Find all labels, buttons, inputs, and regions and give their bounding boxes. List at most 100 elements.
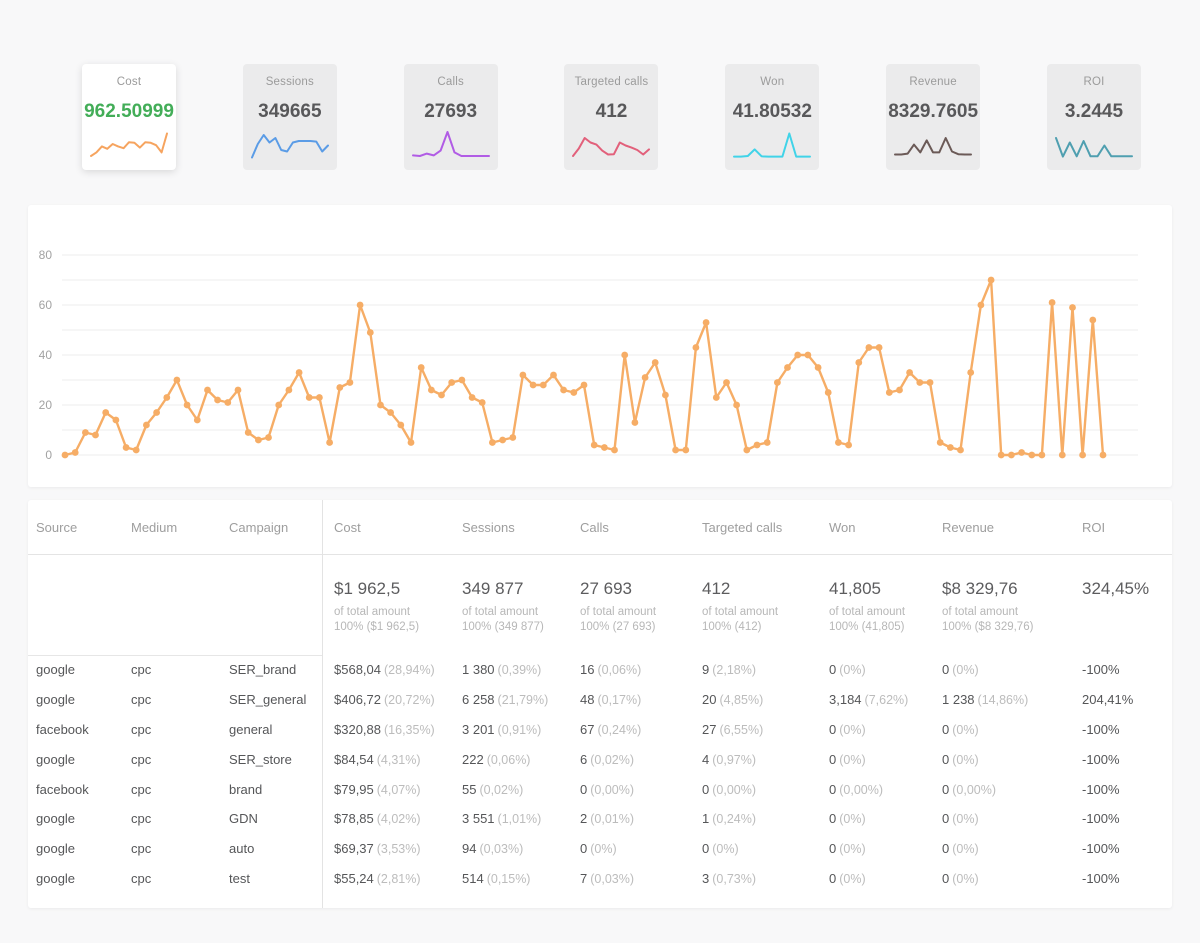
table-row[interactable]: google cpc SER_store $84,54 (4,31%) 222 (0,06%…: [28, 744, 1172, 774]
column-header-source[interactable]: Source: [36, 520, 131, 535]
kpi-card-revenue[interactable]: Revenue 8329.7605: [886, 64, 981, 170]
cell-value: $69,37: [334, 841, 374, 857]
cell-campaign: general: [229, 721, 273, 737]
cell-calls: 0 (0,00%): [580, 782, 702, 797]
cell-percent: (0%): [590, 842, 617, 857]
column-header-sessions[interactable]: Sessions: [462, 520, 580, 535]
cell-percent: (2,81%): [376, 871, 421, 886]
cell-value: 0: [942, 751, 950, 767]
cell-campaign: SER_brand: [229, 662, 297, 678]
kpi-card-roi[interactable]: ROI 3.2445: [1046, 64, 1141, 170]
kpi-card-value: 349665: [258, 101, 322, 122]
cell-cost: $55,24 (2,81%): [323, 871, 462, 886]
kpi-card-label: Cost: [116, 76, 142, 88]
column-header-roi[interactable]: ROI: [1082, 520, 1172, 535]
cell-medium: cpc: [131, 692, 152, 708]
summary-cell-cost: $1 962,5 of total amount 100% ($1 962,5): [323, 579, 462, 655]
cell-value: 67: [580, 721, 595, 737]
cell-percent: (0%): [839, 663, 866, 678]
summary-subtext: of total amount 100% (349 877): [462, 606, 544, 633]
cell-revenue: 0 (0%): [942, 871, 1082, 886]
column-header-revenue[interactable]: Revenue: [942, 520, 1082, 535]
cell-percent: (1,01%): [497, 812, 542, 827]
cell-value: 7: [580, 870, 588, 886]
cell-source: google: [36, 841, 76, 857]
column-header-cost[interactable]: Cost: [323, 520, 462, 535]
column-header-campaign[interactable]: Campaign: [229, 520, 323, 535]
kpi-card-label: Targeted calls: [574, 76, 649, 88]
kpi-card-label: Revenue: [909, 76, 957, 88]
table-row[interactable]: google cpc SER_general $406,72 (20,72%) 6 258…: [28, 685, 1172, 715]
cell-value: 6: [580, 751, 588, 767]
cell-percent: (2,18%): [712, 663, 757, 678]
cell-roi: -100%: [1082, 721, 1120, 737]
summary-cell-revenue: $8 329,76 of total amount 100% ($8 329,76): [942, 579, 1082, 655]
summary-empty-cell: [131, 579, 229, 655]
cell-value: $84,54: [334, 751, 374, 767]
kpi-card-label: Calls: [437, 76, 464, 88]
cell-percent: (0,02%): [479, 782, 524, 797]
cell-revenue: 0 (0,00%): [942, 782, 1082, 797]
kpi-sparkline-calls: [411, 131, 490, 157]
cell-value: 0: [829, 811, 837, 827]
cell-sessions: 3 201 (0,91%): [462, 722, 580, 737]
cell-calls: 67 (0,24%): [580, 722, 702, 737]
cell-campaign: brand: [229, 781, 263, 797]
cell-won: 0 (0%): [829, 722, 942, 737]
cell-calls: 7 (0,03%): [580, 871, 702, 886]
table-row[interactable]: google cpc GDN $78,85 (4,02%) 3 551 (1,01%) 2 (0…: [28, 804, 1172, 834]
summary-cell-won: 41,805 of total amount 100% (41,805): [829, 579, 942, 655]
cell-percent: (0,03%): [590, 871, 635, 886]
table-row[interactable]: google cpc test $55,24 (2,81%) 514 (0,15%) 7 (0,…: [28, 864, 1172, 894]
kpi-card-cost[interactable]: Cost 962.50999: [82, 64, 176, 170]
table-rows: google cpc SER_brand $568,04 (28,94%) 1 380 (0…: [28, 655, 1172, 893]
table-row[interactable]: google cpc SER_brand $568,04 (28,94%) 1 380 (0…: [28, 655, 1172, 685]
cell-value: $320,88: [334, 721, 381, 737]
cell-revenue: 1 238 (14,86%): [942, 692, 1082, 707]
cell-won: 3,184 (7,62%): [829, 692, 942, 707]
cell-value: 514: [462, 870, 484, 886]
summary-empty-cell: [36, 579, 131, 655]
cell-percent: (0,06%): [597, 663, 642, 678]
cell-percent: (0%): [839, 871, 866, 886]
cell-percent: (0,15%): [486, 871, 531, 886]
column-header-medium[interactable]: Medium: [131, 520, 229, 535]
cell-value: 3: [702, 870, 710, 886]
kpi-card-sessions[interactable]: Sessions 349665: [242, 64, 337, 170]
cell-percent: (0%): [952, 842, 979, 857]
cell-percent: (0%): [952, 871, 979, 886]
summary-cell-sessions: 349 877 of total amount 100% (349 877): [462, 579, 580, 655]
kpi-sparkline-cost: [90, 132, 168, 157]
cell-value: 0: [942, 781, 950, 797]
cell-won: 0 (0%): [829, 841, 942, 856]
cell-percent: (4,31%): [376, 752, 421, 767]
cell-value: 16: [580, 662, 595, 678]
cell-sessions: 55 (0,02%): [462, 782, 580, 797]
cell-campaign: GDN: [229, 811, 258, 827]
cell-percent: (6,55%): [719, 722, 764, 737]
column-header-won[interactable]: Won: [829, 520, 942, 535]
table-row[interactable]: google cpc auto $69,37 (3,53%) 94 (0,03%) 0 (0%)…: [28, 834, 1172, 864]
cell-medium: cpc: [131, 841, 152, 857]
cell-percent: (0,02%): [590, 752, 635, 767]
table-row[interactable]: facebook cpc general $320,88 (16,35%) 3 201 (0…: [28, 715, 1172, 745]
cell-percent: (0,01%): [590, 812, 635, 827]
cell-source: google: [36, 662, 76, 678]
cell-percent: (0,03%): [479, 842, 524, 857]
cell-source: google: [36, 751, 76, 767]
column-header-calls[interactable]: Calls: [580, 520, 702, 535]
kpi-card-label: Sessions: [265, 76, 314, 88]
kpi-card-targeted-calls[interactable]: Targeted calls 412: [564, 64, 659, 170]
cell-value: 9: [702, 662, 710, 678]
cell-campaign: SER_general: [229, 692, 307, 708]
y-axis-tick-label: 20: [39, 398, 53, 412]
summary-empty-cell: [229, 579, 323, 655]
column-header-targeted-calls[interactable]: Targeted calls: [702, 520, 829, 535]
kpi-card-won[interactable]: Won 41.80532: [725, 64, 820, 170]
kpi-card-calls[interactable]: Calls 27693: [403, 64, 498, 170]
y-axis-tick-label: 60: [39, 298, 53, 312]
cell-value: 1: [702, 811, 710, 827]
table-row[interactable]: facebook cpc brand $79,95 (4,07%) 55 (0,02%) 0(…: [28, 774, 1172, 804]
summary-subtext: of total amount 100% ($8 329,76): [942, 606, 1034, 633]
cell-won: 0 (0%): [829, 752, 942, 767]
